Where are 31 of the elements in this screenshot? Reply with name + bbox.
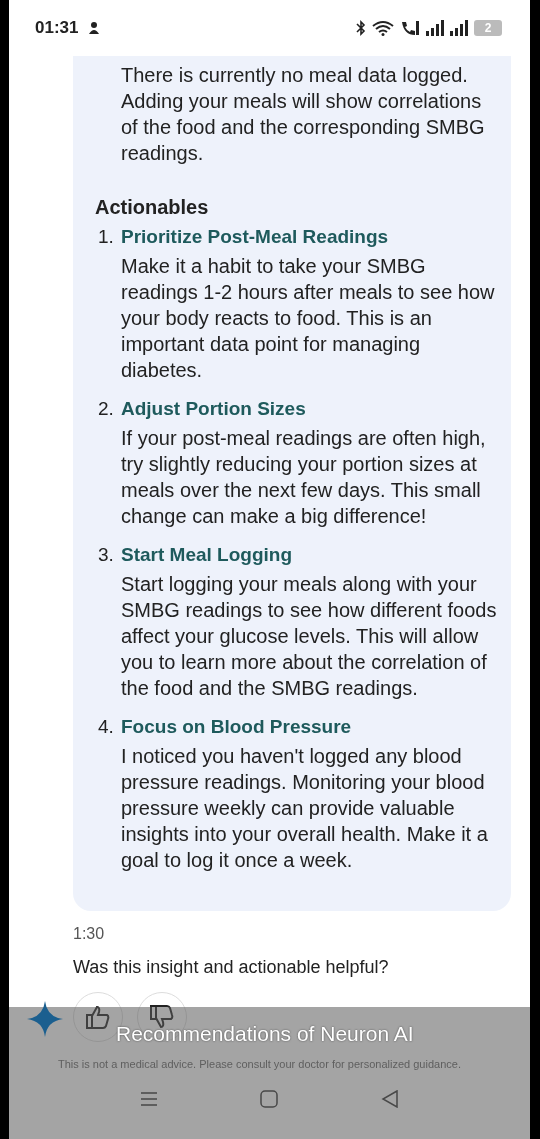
call-icon [400,20,420,36]
bluetooth-icon [356,20,366,36]
actionable-text: If your post-meal readings are often high, try slightly reducing your portion sizes at meals over the next few days. This small change can make a big difference! [121,426,487,529]
message-time: 1:30 [73,925,106,943]
wifi-icon [372,20,394,36]
sparkle-icon [27,1001,63,1037]
item-number: 1. [97,225,115,249]
home-icon[interactable] [260,1090,279,1108]
disclaimer-text: This is not a medical advice. Please consult your doctor for personalized guidance. [58,1058,462,1070]
back-icon[interactable] [380,1090,399,1108]
actionable-title: Adjust Portion Sizes [121,397,307,421]
notification-icon [88,21,101,35]
menu-icon[interactable] [140,1090,159,1108]
actionable-title: Prioritize Post-Meal Readings [121,225,390,249]
actionable-text: I noticed you haven't logged any blood pressure readings. Monitoring your blood pressure weekly can provide valuable insights into your overall health. Make it a goal to log it once a week. [121,744,489,873]
actionable-text: Start logging your meals along with your SMBG readings to see how different foods affect your glucose levels. This will allow you to learn more about the correlation of the food and the SMBG readings. [121,572,497,701]
item-number: 3. [97,543,115,567]
actionable-title: Focus on Blood Pressure [121,715,353,739]
battery-level: 2 [474,20,502,36]
feedback-question: Was this insight and actionable helpful? [73,957,390,978]
item-number: 2. [97,397,115,421]
actionable-text: Make it a habit to take your SMBG readings 1-2 hours after meals to see how your body reacts to food. This is an important data point for managing diabetes. [121,254,496,383]
insight-text: There is currently no meal data logged. Adding your meals will show correlations of the food and the corresponding SMBG readings. [121,63,486,166]
signal-icon [426,20,444,36]
caption-text: Recommendations of Neuron AI [116,1022,414,1046]
actionables-heading: Actionables [95,196,210,219]
signal-icon [450,20,468,36]
status-time: 01:31 [35,18,79,38]
actionable-title: Start Meal Logging [121,543,293,567]
item-number: 4. [97,715,115,739]
thumbs-up-icon [85,1004,111,1030]
